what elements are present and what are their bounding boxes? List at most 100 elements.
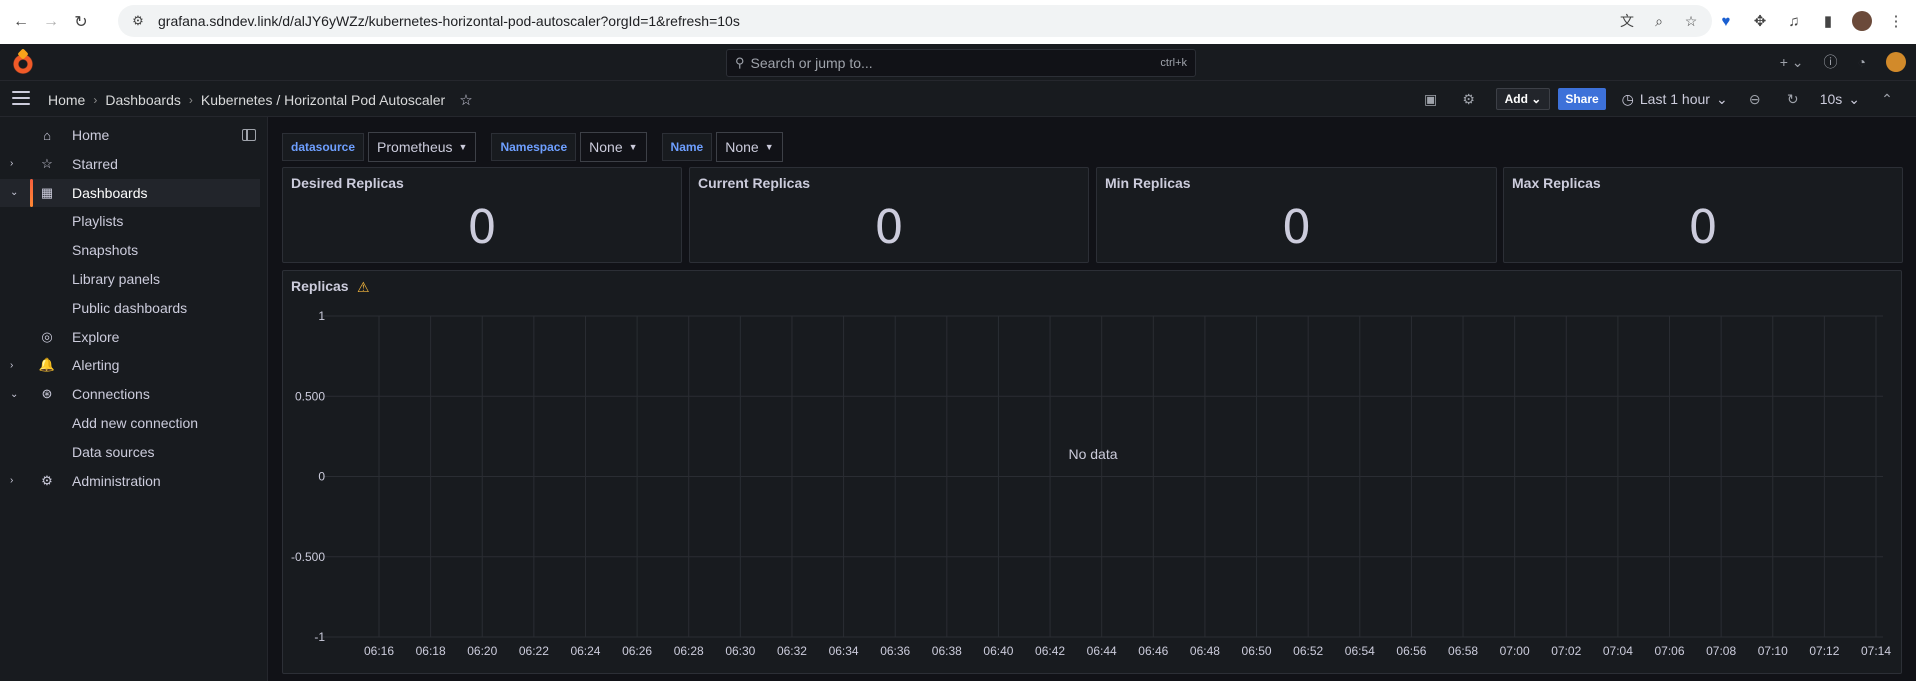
breadcrumb-current: Kubernetes / Horizontal Pod Autoscaler <box>200 92 446 108</box>
chrome-menu-icon[interactable]: ⋮ <box>1886 11 1906 31</box>
profile-avatar[interactable] <box>1852 11 1872 31</box>
translate-icon[interactable]: 文 <box>1618 12 1636 30</box>
sidebar-item-library-panels[interactable]: Library panels <box>0 265 260 293</box>
browser-chrome: ← → ↻ ⚙ grafana.sdndev.link/d/alJY6yWZz/… <box>0 0 1916 44</box>
sidebar-item-explore[interactable]: ◎ Explore <box>0 323 260 351</box>
x-tick-label: 07:14 <box>1861 644 1891 658</box>
site-info-icon[interactable]: ⚙ <box>130 13 146 29</box>
stat-panel-min-replicas[interactable]: Min Replicas 0 <box>1096 167 1497 263</box>
chevron-down-icon: ▼ <box>458 142 468 152</box>
stat-panel-current-replicas[interactable]: Current Replicas 0 <box>689 167 1089 263</box>
grafana-logo-icon[interactable] <box>12 52 34 74</box>
sidebar-item-label: Playlists <box>72 213 124 230</box>
search-input[interactable]: ⚲ Search or jump to... ctrl+k <box>726 49 1196 77</box>
extension-shield-icon[interactable]: ♥ <box>1716 11 1736 31</box>
variable-value: None <box>725 139 759 155</box>
sidebar-item-playlists[interactable]: Playlists <box>0 207 260 235</box>
stat-value: 0 <box>1281 200 1312 254</box>
url-text[interactable]: grafana.sdndev.link/d/alJY6yWZz/kubernet… <box>158 13 740 29</box>
no-data-message: No data <box>1068 446 1117 462</box>
x-tick-label: 07:10 <box>1758 644 1788 658</box>
menu-toggle-icon[interactable] <box>12 91 30 105</box>
zoom-icon[interactable]: ⌕ <box>1650 12 1668 30</box>
x-tick-label: 06:36 <box>880 644 910 658</box>
chevron-right-icon[interactable]: › <box>10 360 13 371</box>
address-bar[interactable]: ⚙ grafana.sdndev.link/d/alJY6yWZz/kubern… <box>118 5 1712 37</box>
x-tick-label: 06:40 <box>983 644 1013 658</box>
stat-value: 0 <box>874 200 904 254</box>
x-tick-label: 06:24 <box>570 644 600 658</box>
refresh-interval-picker[interactable]: 10s ⌄ <box>1812 87 1868 111</box>
replicas-chart: 1 0.500 0 -0.500 -1 06:16 06:18 06:20 06:22 06:24… <box>291 309 1891 658</box>
side-panel-icon[interactable]: ▮ <box>1818 11 1838 31</box>
reload-icon[interactable]: ↻ <box>72 13 90 31</box>
sidebar-item-label: Data sources <box>72 443 155 460</box>
dashboard-settings-icon[interactable]: ⚙ <box>1450 87 1488 111</box>
stat-panel-max-replicas[interactable]: Max Replicas 0 <box>1503 167 1903 263</box>
sidebar-item-administration[interactable]: › ⚙ Administration <box>0 467 260 495</box>
forward-icon[interactable]: → <box>42 13 60 31</box>
search-icon: ⚲ <box>735 55 745 70</box>
timeseries-panel-replicas[interactable]: 1 0.500 0 -0.500 -1 06:16 06:18 06:20 06:22 06:24… <box>282 270 1902 674</box>
x-tick-label: 06:44 <box>1087 644 1117 658</box>
warning-icon[interactable]: ⚠ <box>357 279 370 296</box>
sidebar-item-alerting[interactable]: › 🔔 Alerting <box>0 351 260 379</box>
y-tick-label: 1 <box>318 309 325 323</box>
home-icon: ⌂ <box>43 127 51 143</box>
variable-label-namespace: Namespace <box>491 133 577 161</box>
variable-value: Prometheus <box>377 139 453 155</box>
add-button-label: Add <box>1504 92 1528 106</box>
chevron-down-icon[interactable]: ⌄ <box>10 187 18 198</box>
sidebar-item-starred[interactable]: › ☆ Starred <box>0 150 260 178</box>
variable-select-datasource[interactable]: Prometheus ▼ <box>368 132 477 162</box>
time-range-picker[interactable]: ◷ Last 1 hour ⌄ <box>1614 87 1736 111</box>
variable-select-namespace[interactable]: None ▼ <box>580 132 647 162</box>
news-rss-icon[interactable]: ◔ <box>1858 54 1866 70</box>
new-plus-icon[interactable]: + ⌄ <box>1780 54 1804 71</box>
chevron-down-icon[interactable]: ⌄ <box>10 389 18 400</box>
refresh-interval-label: 10s <box>1819 91 1843 107</box>
sidebar-item-connections[interactable]: ⌄ ⊛ Connections <box>0 380 260 408</box>
panel-title: Desired Replicas <box>291 175 404 191</box>
breadcrumb-bar: Home › Dashboards › Kubernetes / Horizon… <box>0 81 1916 117</box>
x-tick-label: 06:30 <box>725 644 755 658</box>
media-icon[interactable]: ♫ <box>1784 11 1804 31</box>
sidebar-item-home[interactable]: ⌂ Home <box>0 121 260 149</box>
x-tick-label: 06:16 <box>364 644 394 658</box>
chevron-right-icon[interactable]: › <box>10 158 13 169</box>
x-tick-label: 06:38 <box>932 644 962 658</box>
breadcrumb-home[interactable]: Home <box>48 92 85 108</box>
bookmark-star-icon[interactable]: ☆ <box>1682 12 1700 30</box>
save-dashboard-icon[interactable]: ▣ <box>1412 87 1450 111</box>
breadcrumb-dashboards[interactable]: Dashboards <box>105 92 181 108</box>
sidebar-item-dashboards[interactable]: ⌄ ▦ Dashboards <box>0 178 260 207</box>
user-avatar[interactable] <box>1886 52 1906 72</box>
extensions-puzzle-icon[interactable]: ✥ <box>1750 11 1770 31</box>
variable-select-name[interactable]: None ▼ <box>716 132 783 162</box>
breadcrumb: Home › Dashboards › Kubernetes / Horizon… <box>48 91 473 109</box>
sidebar-item-data-sources[interactable]: Data sources <box>0 438 260 466</box>
x-tick-label: 06:32 <box>777 644 807 658</box>
y-tick-label: -1 <box>314 630 325 644</box>
panel-title: Current Replicas <box>698 175 811 191</box>
help-icon[interactable]: ⓘ <box>1824 52 1838 72</box>
sidebar-item-snapshots[interactable]: Snapshots <box>0 236 260 264</box>
add-button[interactable]: Add ⌄ <box>1495 88 1551 110</box>
variable-label-datasource: datasource <box>282 133 365 161</box>
x-tick-label: 06:48 <box>1190 644 1220 658</box>
panel-title: Max Replicas <box>1512 175 1601 191</box>
stat-panel-desired-replicas[interactable]: Desired Replicas 0 <box>282 167 682 263</box>
back-icon[interactable]: ← <box>12 13 30 31</box>
refresh-icon[interactable]: ↻ <box>1774 87 1812 111</box>
favorite-star-icon[interactable]: ☆ <box>459 91 472 109</box>
share-button[interactable]: Share <box>1558 88 1606 110</box>
zoom-out-icon[interactable]: ⊖ <box>1736 87 1774 111</box>
chevron-down-icon: ▼ <box>628 142 638 152</box>
sidebar-item-label: Starred <box>72 155 118 172</box>
chevron-right-icon[interactable]: › <box>10 475 13 486</box>
collapse-chevron-up-icon[interactable]: ⌃ <box>1868 87 1906 111</box>
compass-icon: ◎ <box>41 328 53 344</box>
sidebar-item-label: Home <box>72 127 110 143</box>
sidebar-item-add-new-connection[interactable]: Add new connection <box>0 409 260 437</box>
sidebar-item-public-dashboards[interactable]: Public dashboards <box>0 294 260 322</box>
